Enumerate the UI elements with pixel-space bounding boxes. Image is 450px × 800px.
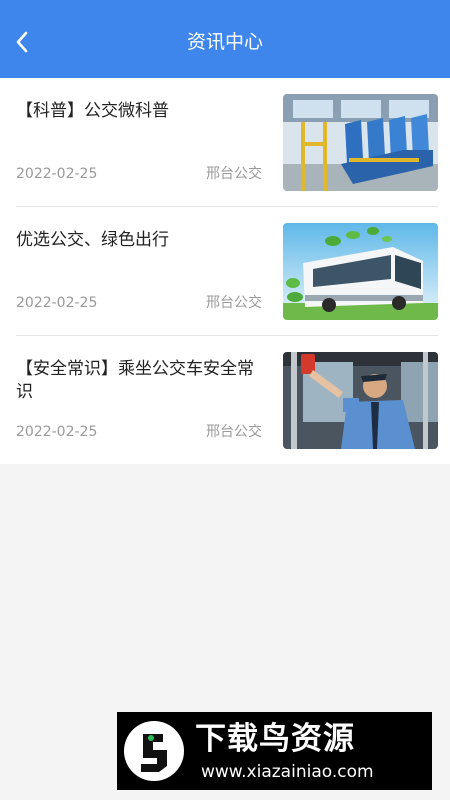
news-date: 2022-02-25 (16, 295, 98, 311)
news-thumbnail-bus-seats (283, 94, 438, 191)
news-title: 优选公交、绿色出行 (16, 230, 169, 250)
news-source: 邢台公交 (206, 424, 262, 440)
news-source: 邢台公交 (206, 295, 262, 311)
watermark-brand: 下载鸟资源 (195, 721, 355, 757)
watermark-banner: 下载鸟资源 www.xiazainiao.com (117, 712, 432, 790)
news-list: 【科普】公交微科普 2022-02-25 邢台公交 优选公交、绿色出行 2022… (0, 78, 450, 464)
bird-logo-icon (124, 721, 184, 781)
news-date: 2022-02-25 (16, 424, 98, 440)
news-title: 【安全常识】乘坐公交车安全常识 (16, 359, 254, 402)
page-title: 资讯中心 (186, 31, 263, 53)
news-item[interactable]: 【安全常识】乘坐公交车安全常识 2022-02-25 邢台公交 (0, 336, 450, 464)
header-bar: 资讯中心 (0, 0, 450, 78)
news-item[interactable]: 优选公交、绿色出行 2022-02-25 邢台公交 (0, 207, 450, 335)
news-date: 2022-02-25 (16, 166, 98, 182)
news-source: 邢台公交 (206, 166, 262, 182)
news-thumbnail-green-bus (283, 223, 438, 320)
news-thumbnail-bus-officer (283, 352, 438, 449)
watermark-url: www.xiazainiao.com (201, 762, 374, 782)
news-title: 【科普】公交微科普 (16, 101, 169, 121)
news-item[interactable]: 【科普】公交微科普 2022-02-25 邢台公交 (0, 78, 450, 206)
